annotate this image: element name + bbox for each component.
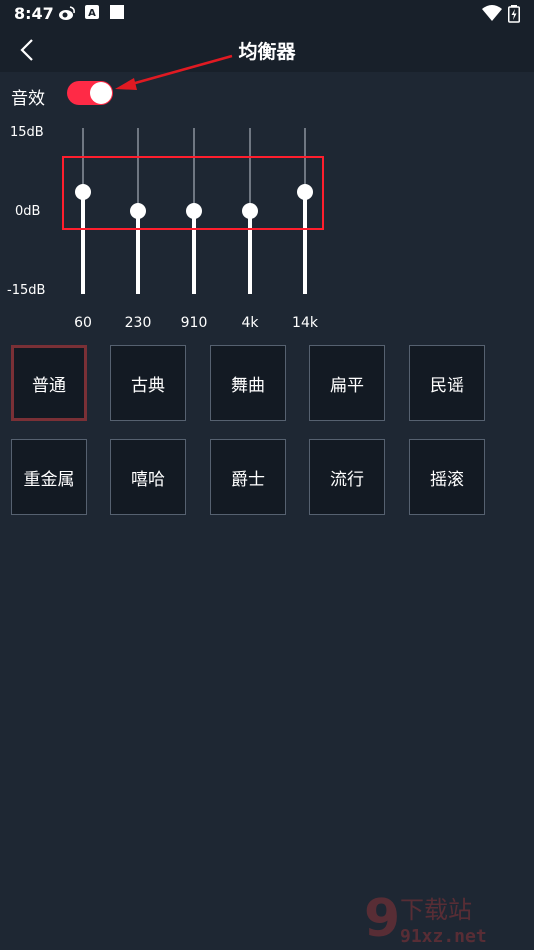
- preset-button[interactable]: 爵士: [210, 439, 286, 515]
- preset-label: 民谣: [430, 375, 464, 396]
- preset-button[interactable]: 扁平: [309, 345, 385, 421]
- preset-label: 普通: [32, 375, 66, 396]
- preset-label: 古典: [131, 375, 165, 396]
- preset-label: 舞曲: [231, 375, 265, 396]
- eq-band-frequency-label: 14k: [292, 315, 318, 331]
- eq-band-frequency-label: 230: [124, 315, 152, 331]
- preset-label: 扁平: [330, 375, 364, 396]
- preset-label: 摇滚: [430, 469, 464, 490]
- annotation-highlight-box: [62, 156, 324, 230]
- preset-button[interactable]: 流行: [309, 439, 385, 515]
- preset-button[interactable]: 摇滚: [409, 439, 485, 515]
- preset-button[interactable]: 舞曲: [210, 345, 286, 421]
- preset-label: 嘻哈: [131, 469, 165, 490]
- preset-button[interactable]: 古典: [110, 345, 186, 421]
- equalizer: 15dB 0dB -15dB 60 230 910 4k 14k: [0, 0, 534, 340]
- preset-label: 重金属: [23, 469, 75, 490]
- preset-button[interactable]: 普通: [11, 345, 87, 421]
- eq-band-frequency-label: 60: [74, 315, 92, 331]
- db-label-mid: 0dB: [15, 204, 41, 219]
- preset-label: 流行: [330, 469, 364, 490]
- db-label-min: -15dB: [7, 283, 46, 298]
- eq-band-frequency-label: 4k: [241, 315, 259, 331]
- preset-button[interactable]: 重金属: [11, 439, 87, 515]
- svg-text:91xz.net: 91xz.net: [400, 926, 487, 947]
- svg-text:下载站: 下载站: [400, 896, 472, 924]
- preset-button[interactable]: 嘻哈: [110, 439, 186, 515]
- svg-text:9: 9: [364, 889, 400, 948]
- db-label-max: 15dB: [10, 125, 44, 140]
- preset-button[interactable]: 民谣: [409, 345, 485, 421]
- eq-band-frequency-label: 910: [180, 315, 208, 331]
- preset-label: 爵士: [231, 469, 265, 490]
- watermark-logo: 9 下载站 91xz.net: [364, 889, 487, 948]
